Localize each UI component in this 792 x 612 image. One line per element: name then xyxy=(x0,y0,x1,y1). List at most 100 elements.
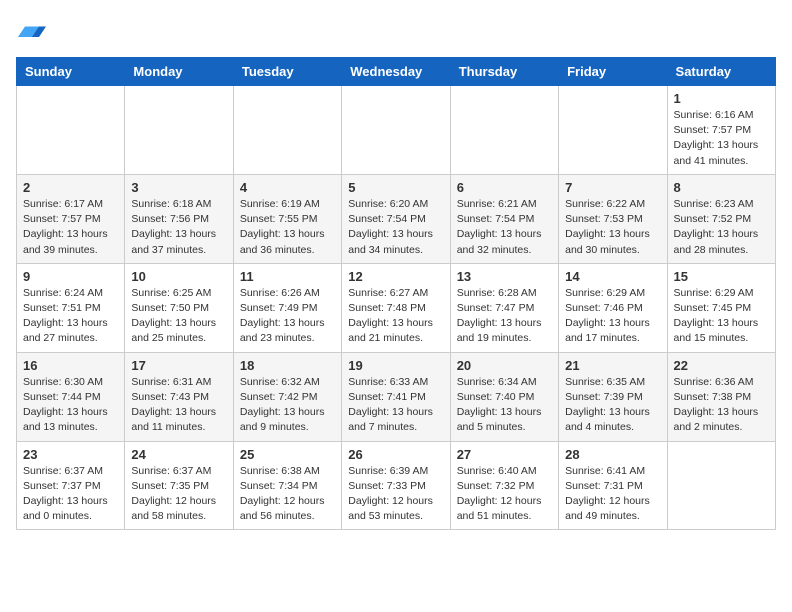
calendar-day-cell xyxy=(559,86,667,175)
calendar-day-cell: 22 Sunrise: 6:36 AM Sunset: 7:38 PM Dayli… xyxy=(667,352,775,441)
day-info: Sunrise: 6:19 AM Sunset: 7:55 PM Dayligh… xyxy=(240,197,335,258)
day-info: Sunrise: 6:24 AM Sunset: 7:51 PM Dayligh… xyxy=(23,286,118,347)
day-number: 24 xyxy=(131,447,226,462)
day-number: 3 xyxy=(131,180,226,195)
day-info: Sunrise: 6:23 AM Sunset: 7:52 PM Dayligh… xyxy=(674,197,769,258)
calendar-day-cell: 24 Sunrise: 6:37 AM Sunset: 7:35 PM Dayli… xyxy=(125,441,233,530)
day-info: Sunrise: 6:31 AM Sunset: 7:43 PM Dayligh… xyxy=(131,375,226,436)
day-number: 25 xyxy=(240,447,335,462)
calendar-day-cell: 7 Sunrise: 6:22 AM Sunset: 7:53 PM Daylig… xyxy=(559,174,667,263)
calendar-day-cell xyxy=(342,86,450,175)
weekday-header-saturday: Saturday xyxy=(667,58,775,86)
calendar-day-cell: 17Sunrise: 6:31 AM Sunset: 7:43 PM Dayli… xyxy=(125,352,233,441)
day-info: Sunrise: 6:36 AM Sunset: 7:38 PM Dayligh… xyxy=(674,375,769,436)
day-info: Sunrise: 6:17 AM Sunset: 7:57 PM Dayligh… xyxy=(23,197,118,258)
calendar-day-cell: 25 Sunrise: 6:38 AM Sunset: 7:34 PM Dayli… xyxy=(233,441,341,530)
calendar-day-cell: 5 Sunrise: 6:20 AM Sunset: 7:54 PM Daylig… xyxy=(342,174,450,263)
calendar-day-cell: 27Sunrise: 6:40 AM Sunset: 7:32 PM Dayli… xyxy=(450,441,558,530)
calendar-day-cell xyxy=(17,86,125,175)
calendar-day-cell: 9 Sunrise: 6:24 AM Sunset: 7:51 PM Daylig… xyxy=(17,263,125,352)
day-info: Sunrise: 6:29 AM Sunset: 7:45 PM Dayligh… xyxy=(674,286,769,347)
day-number: 18 xyxy=(240,358,335,373)
day-number: 26 xyxy=(348,447,443,462)
calendar-day-cell: 20 Sunrise: 6:34 AM Sunset: 7:40 PM Dayli… xyxy=(450,352,558,441)
calendar-week-row: 16Sunrise: 6:30 AM Sunset: 7:44 PM Dayli… xyxy=(17,352,776,441)
day-number: 4 xyxy=(240,180,335,195)
day-number: 9 xyxy=(23,269,118,284)
day-info: Sunrise: 6:38 AM Sunset: 7:34 PM Dayligh… xyxy=(240,464,335,525)
calendar-day-cell: 8 Sunrise: 6:23 AM Sunset: 7:52 PM Daylig… xyxy=(667,174,775,263)
day-info: Sunrise: 6:41 AM Sunset: 7:31 PM Dayligh… xyxy=(565,464,660,525)
calendar-day-cell: 28 Sunrise: 6:41 AM Sunset: 7:31 PM Dayli… xyxy=(559,441,667,530)
logo xyxy=(16,16,46,49)
day-number: 19 xyxy=(348,358,443,373)
day-number: 2 xyxy=(23,180,118,195)
calendar-day-cell: 4 Sunrise: 6:19 AM Sunset: 7:55 PM Daylig… xyxy=(233,174,341,263)
calendar-day-cell: 14 Sunrise: 6:29 AM Sunset: 7:46 PM Dayli… xyxy=(559,263,667,352)
calendar-day-cell: 21 Sunrise: 6:35 AM Sunset: 7:39 PM Dayli… xyxy=(559,352,667,441)
day-number: 28 xyxy=(565,447,660,462)
day-info: Sunrise: 6:26 AM Sunset: 7:49 PM Dayligh… xyxy=(240,286,335,347)
calendar-week-row: 9 Sunrise: 6:24 AM Sunset: 7:51 PM Daylig… xyxy=(17,263,776,352)
calendar-week-row: 2 Sunrise: 6:17 AM Sunset: 7:57 PM Daylig… xyxy=(17,174,776,263)
day-info: Sunrise: 6:20 AM Sunset: 7:54 PM Dayligh… xyxy=(348,197,443,258)
day-info: Sunrise: 6:35 AM Sunset: 7:39 PM Dayligh… xyxy=(565,375,660,436)
weekday-header-friday: Friday xyxy=(559,58,667,86)
day-number: 21 xyxy=(565,358,660,373)
day-number: 12 xyxy=(348,269,443,284)
calendar-day-cell: 2 Sunrise: 6:17 AM Sunset: 7:57 PM Daylig… xyxy=(17,174,125,263)
day-info: Sunrise: 6:34 AM Sunset: 7:40 PM Dayligh… xyxy=(457,375,552,436)
calendar-week-row: 23 Sunrise: 6:37 AM Sunset: 7:37 PM Dayli… xyxy=(17,441,776,530)
calendar-day-cell xyxy=(233,86,341,175)
day-number: 16 xyxy=(23,358,118,373)
page-header xyxy=(16,16,776,49)
calendar-week-row: 1 Sunrise: 6:16 AM Sunset: 7:57 PM Daylig… xyxy=(17,86,776,175)
day-info: Sunrise: 6:18 AM Sunset: 7:56 PM Dayligh… xyxy=(131,197,226,258)
day-number: 1 xyxy=(674,91,769,106)
calendar-day-cell: 6 Sunrise: 6:21 AM Sunset: 7:54 PM Daylig… xyxy=(450,174,558,263)
calendar-day-cell: 11 Sunrise: 6:26 AM Sunset: 7:49 PM Dayli… xyxy=(233,263,341,352)
day-number: 11 xyxy=(240,269,335,284)
day-number: 5 xyxy=(348,180,443,195)
calendar-day-cell xyxy=(125,86,233,175)
weekday-header-sunday: Sunday xyxy=(17,58,125,86)
day-info: Sunrise: 6:27 AM Sunset: 7:48 PM Dayligh… xyxy=(348,286,443,347)
calendar-day-cell: 19Sunrise: 6:33 AM Sunset: 7:41 PM Dayli… xyxy=(342,352,450,441)
calendar-day-cell: 13 Sunrise: 6:28 AM Sunset: 7:47 PM Dayli… xyxy=(450,263,558,352)
calendar-day-cell: 18 Sunrise: 6:32 AM Sunset: 7:42 PM Dayli… xyxy=(233,352,341,441)
day-info: Sunrise: 6:21 AM Sunset: 7:54 PM Dayligh… xyxy=(457,197,552,258)
day-info: Sunrise: 6:32 AM Sunset: 7:42 PM Dayligh… xyxy=(240,375,335,436)
day-info: Sunrise: 6:28 AM Sunset: 7:47 PM Dayligh… xyxy=(457,286,552,347)
day-number: 23 xyxy=(23,447,118,462)
calendar-day-cell: 12 Sunrise: 6:27 AM Sunset: 7:48 PM Dayli… xyxy=(342,263,450,352)
day-number: 15 xyxy=(674,269,769,284)
day-number: 6 xyxy=(457,180,552,195)
weekday-header-wednesday: Wednesday xyxy=(342,58,450,86)
weekday-header-monday: Monday xyxy=(125,58,233,86)
day-number: 13 xyxy=(457,269,552,284)
day-info: Sunrise: 6:39 AM Sunset: 7:33 PM Dayligh… xyxy=(348,464,443,525)
day-info: Sunrise: 6:40 AM Sunset: 7:32 PM Dayligh… xyxy=(457,464,552,525)
calendar-day-cell: 26 Sunrise: 6:39 AM Sunset: 7:33 PM Dayli… xyxy=(342,441,450,530)
weekday-header-thursday: Thursday xyxy=(450,58,558,86)
day-number: 7 xyxy=(565,180,660,195)
calendar-day-cell xyxy=(450,86,558,175)
day-info: Sunrise: 6:22 AM Sunset: 7:53 PM Dayligh… xyxy=(565,197,660,258)
day-number: 20 xyxy=(457,358,552,373)
day-number: 8 xyxy=(674,180,769,195)
day-number: 22 xyxy=(674,358,769,373)
day-number: 10 xyxy=(131,269,226,284)
day-info: Sunrise: 6:29 AM Sunset: 7:46 PM Dayligh… xyxy=(565,286,660,347)
day-number: 14 xyxy=(565,269,660,284)
day-info: Sunrise: 6:37 AM Sunset: 7:35 PM Dayligh… xyxy=(131,464,226,525)
day-info: Sunrise: 6:37 AM Sunset: 7:37 PM Dayligh… xyxy=(23,464,118,525)
calendar-day-cell: 15 Sunrise: 6:29 AM Sunset: 7:45 PM Dayli… xyxy=(667,263,775,352)
calendar-day-cell: 10Sunrise: 6:25 AM Sunset: 7:50 PM Dayli… xyxy=(125,263,233,352)
calendar-day-cell: 3 Sunrise: 6:18 AM Sunset: 7:56 PM Daylig… xyxy=(125,174,233,263)
weekday-header-row: SundayMondayTuesdayWednesdayThursdayFrid… xyxy=(17,58,776,86)
day-info: Sunrise: 6:16 AM Sunset: 7:57 PM Dayligh… xyxy=(674,108,769,169)
calendar-day-cell: 23 Sunrise: 6:37 AM Sunset: 7:37 PM Dayli… xyxy=(17,441,125,530)
weekday-header-tuesday: Tuesday xyxy=(233,58,341,86)
calendar-day-cell: 16Sunrise: 6:30 AM Sunset: 7:44 PM Dayli… xyxy=(17,352,125,441)
calendar-table: SundayMondayTuesdayWednesdayThursdayFrid… xyxy=(16,57,776,530)
